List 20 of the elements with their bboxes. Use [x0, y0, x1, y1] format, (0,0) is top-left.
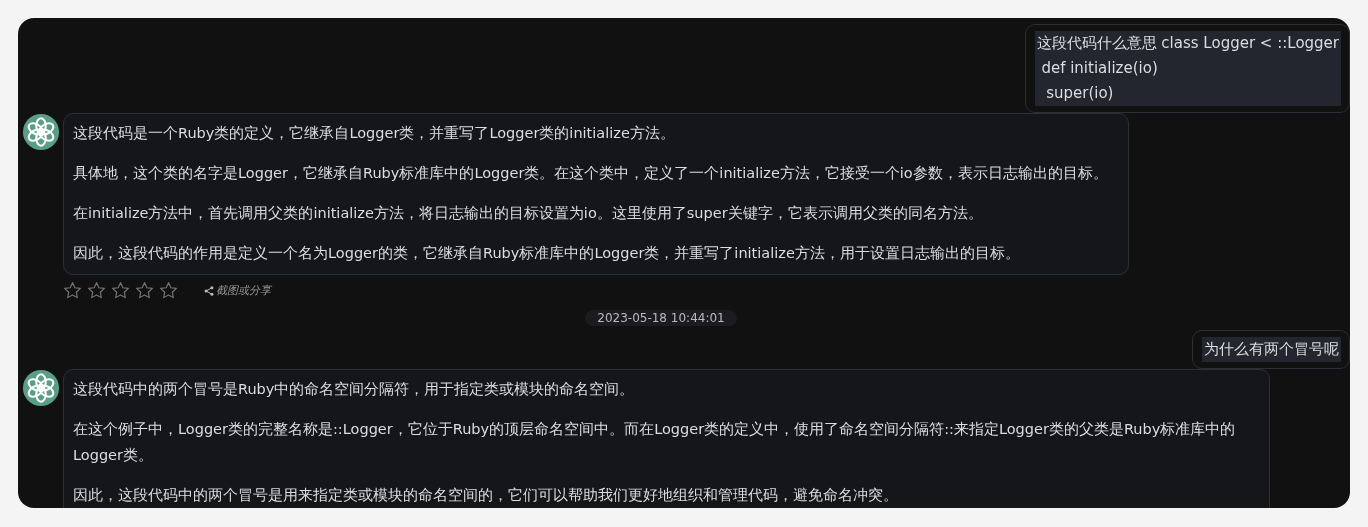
timestamp: 2023-05-18 10:44:01 [585, 310, 737, 326]
message-paragraph: 具体地，这个类的名字是Logger，它继承自Ruby标准库中的Logger类。在这个类中，定义了一个initialize方法，它接受一个io参数，表示日志输出的目标。 [73, 164, 1108, 183]
star-icon[interactable] [87, 281, 106, 300]
message-paragraph: 因此，这段代码中的两个冒号是用来指定类或模块的命名空间的，它们可以帮助我们更好地组织和管理代码，避免命名冲突。 [73, 486, 899, 505]
star-icon[interactable] [63, 281, 82, 300]
star-icon[interactable] [159, 281, 178, 300]
share-link[interactable]: 截图或分享 [204, 283, 271, 298]
star-icon[interactable] [111, 281, 130, 300]
user-message: 这段代码什么意思 class Logger < ::Logger def initialize(io) super(io) [1024, 24, 1350, 113]
rating-stars[interactable] [63, 281, 178, 300]
message-paragraph: 在这个例子中，Logger类的完整名称是::Logger，它位于Ruby的顶层命名空间中。而在Logger类的定义中，使用了命名空间分隔符::来指定Logger类的父类是Ruby标准库中的Logger类。 [73, 420, 1237, 465]
star-icon[interactable] [135, 281, 154, 300]
avatar-knot-icon [22, 113, 60, 151]
message-paragraph: 这段代码中的两个冒号是Ruby中的命名空间分隔符，用于指定类或模块的命名空间。 [73, 380, 636, 399]
message-paragraph: 因此，这段代码的作用是定义一个名为Logger的类，它继承自Ruby标准库中的Logger类，并重写了initialize方法，用于设置日志输出的目标。 [73, 244, 1021, 263]
avatar-knot-icon [22, 369, 60, 407]
message-paragraph: 在initialize方法中，首先调用父类的initialize方法，将日志输出的目标设置为io。这里使用了super关键字，它表示调用父类的同名方法。 [73, 204, 984, 223]
user-message: 为什么有两个冒号呢 [1192, 330, 1350, 369]
share-icon [204, 285, 214, 296]
message-paragraph: 这段代码是一个Ruby类的定义，它继承自Logger类，并重写了Logger类的initialize方法。 [73, 124, 676, 143]
